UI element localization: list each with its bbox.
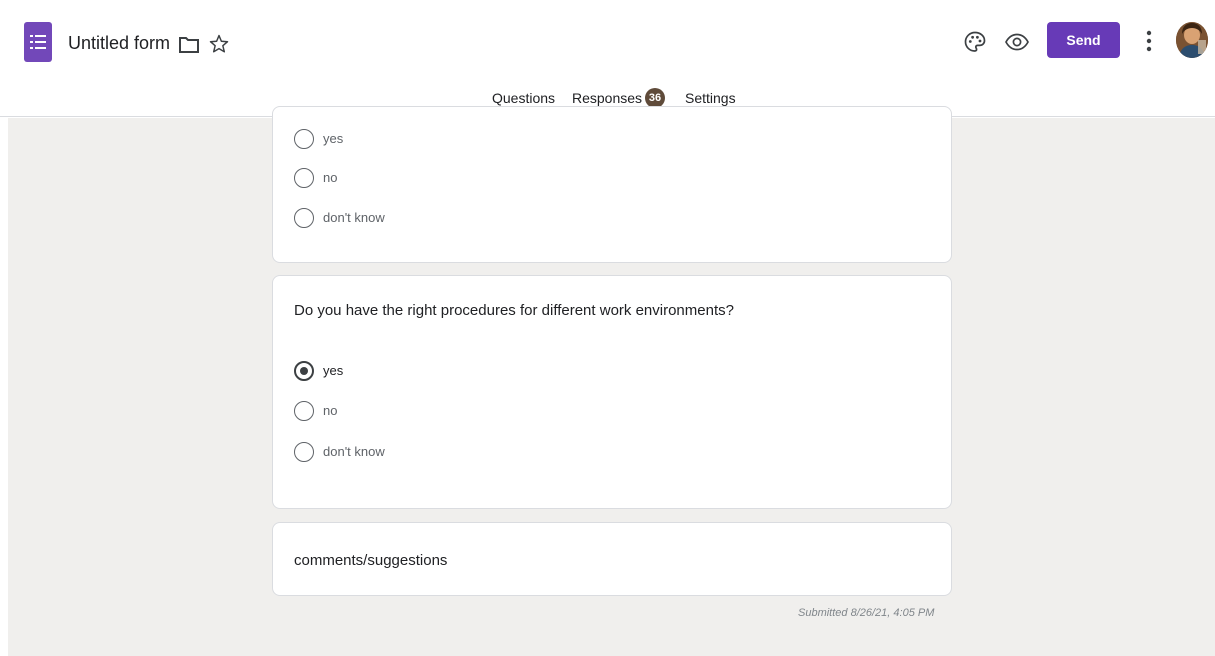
question-text: Do you have the right procedures for dif…	[294, 302, 734, 319]
section-card: comments/suggestions	[272, 522, 952, 596]
option-label: no	[323, 403, 338, 418]
option-label: no	[323, 170, 338, 185]
option-label: yes	[323, 363, 344, 378]
form-title[interactable]: Untitled form	[68, 33, 170, 54]
star-icon[interactable]	[208, 33, 230, 55]
send-button[interactable]: Send	[1047, 22, 1120, 58]
radio-button-selected[interactable]	[294, 361, 314, 381]
tab-responses[interactable]: Responses	[572, 90, 642, 106]
response-content: yes no don't know Do you have the right …	[8, 106, 1215, 656]
radio-button[interactable]	[294, 168, 314, 188]
folder-icon[interactable]	[178, 36, 200, 54]
tab-questions[interactable]: Questions	[492, 90, 555, 106]
radio-button[interactable]	[294, 401, 314, 421]
responses-count-badge: 36	[645, 88, 665, 108]
option-label: don't know	[323, 210, 385, 225]
palette-icon[interactable]	[963, 30, 987, 54]
question-card: Do you have the right procedures for dif…	[272, 275, 952, 509]
radio-button[interactable]	[294, 129, 314, 149]
radio-button[interactable]	[294, 208, 314, 228]
option-label: don't know	[323, 444, 385, 459]
tab-settings[interactable]: Settings	[685, 90, 736, 106]
eye-icon[interactable]	[1004, 30, 1030, 54]
app-header: Untitled form Send Questions Responses 3…	[0, 0, 1215, 117]
option-label: yes	[323, 131, 344, 146]
question-card: yes no don't know	[272, 106, 952, 263]
top-bar: Untitled form Send	[0, 0, 1215, 82]
more-vert-icon[interactable]	[1140, 28, 1158, 54]
forms-logo-icon[interactable]	[24, 22, 52, 62]
section-title: comments/suggestions	[294, 552, 448, 569]
avatar[interactable]	[1176, 22, 1208, 58]
submitted-timestamp: Submitted 8/26/21, 4:05 PM	[798, 607, 935, 619]
radio-button[interactable]	[294, 442, 314, 462]
